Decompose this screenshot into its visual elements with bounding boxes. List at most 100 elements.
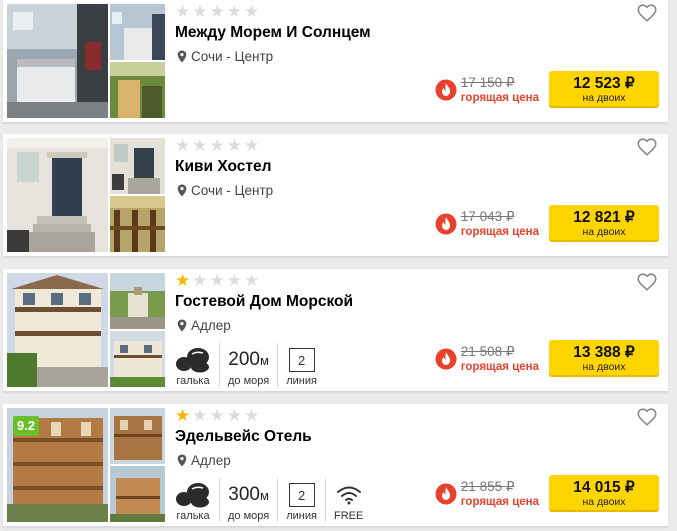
star-rating: ★ ★ ★ ★ ★ — [175, 271, 260, 290]
price-area: 17 150 ₽ горящая цена 12 523 ₽ на двоих — [435, 71, 659, 108]
hotel-photo-thumb[interactable] — [110, 331, 165, 387]
location-text: Адлер — [191, 453, 231, 468]
price-button[interactable]: 12 821 ₽ на двоих — [549, 205, 659, 242]
hotel-photo-main[interactable] — [7, 273, 108, 387]
hotel-name[interactable]: Киви Хостел — [175, 158, 271, 176]
fire-icon — [435, 213, 457, 234]
wifi-label: FREE — [333, 510, 364, 522]
hotel-name[interactable]: Между Морем И Солнцем — [175, 24, 371, 42]
hotel-location: Сочи - Центр — [177, 49, 273, 64]
price-subtitle: на двоих — [582, 226, 626, 238]
hot-price-label: горящая цена — [460, 91, 539, 104]
hotel-photo-thumb[interactable] — [110, 466, 165, 522]
old-price: 21 855 ₽ — [460, 478, 515, 494]
star-icon: ★ — [244, 136, 260, 155]
hotel-features: галька 300 м до моря 2 линия FREE — [175, 478, 371, 522]
distance-value: 300 — [228, 484, 260, 505]
location-text: Сочи - Центр — [191, 183, 274, 198]
rating-score-badge: 9.2 — [13, 416, 39, 436]
price-area: 21 508 ₽ горящая цена 13 388 ₽ на двоих — [435, 340, 659, 377]
price-button[interactable]: 12 523 ₽ на двоих — [549, 71, 659, 108]
star-icon: ★ — [175, 271, 191, 290]
price-button[interactable]: 13 388 ₽ на двоих — [549, 340, 659, 377]
price-value: 13 388 ₽ — [573, 344, 635, 361]
price-subtitle: на двоих — [582, 496, 626, 508]
beach-label: галька — [176, 375, 210, 387]
hot-price-label: горящая цена — [460, 360, 539, 373]
heart-icon[interactable] — [636, 136, 658, 158]
heart-icon[interactable] — [636, 2, 658, 24]
star-icon: ★ — [244, 406, 260, 425]
location-pin-icon — [177, 319, 187, 332]
hotel-photo-main[interactable]: 9.2 — [7, 408, 108, 522]
star-icon: ★ — [192, 271, 208, 290]
price-value: 14 015 ₽ — [573, 479, 635, 496]
star-icon: ★ — [209, 2, 225, 21]
price-value: 12 523 ₽ — [573, 75, 635, 92]
hotel-location: Адлер — [177, 318, 231, 333]
hotel-location: Сочи - Центр — [177, 183, 273, 198]
price-button[interactable]: 14 015 ₽ на двоих — [549, 475, 659, 512]
price-info: 21 855 ₽ горящая цена — [461, 479, 539, 509]
star-icon: ★ — [175, 2, 191, 21]
distance-label: до моря — [228, 510, 270, 522]
hotel-photo-thumb[interactable] — [110, 62, 165, 118]
price-area: 17 043 ₽ горящая цена 12 821 ₽ на двоих — [435, 205, 659, 242]
hot-price-label: горящая цена — [460, 495, 539, 508]
location-text: Сочи - Центр — [191, 49, 274, 64]
beach-label: галька — [176, 510, 210, 522]
star-icon: ★ — [209, 136, 225, 155]
feature-beach: галька — [175, 478, 220, 522]
star-rating: ★ ★ ★ ★ ★ — [175, 406, 260, 425]
star-icon: ★ — [226, 2, 242, 21]
star-icon: ★ — [175, 406, 191, 425]
hotel-photo-thumb[interactable] — [110, 273, 165, 329]
feature-beach: галька — [175, 343, 220, 387]
hotel-photo-thumb[interactable] — [110, 4, 165, 60]
star-icon: ★ — [209, 406, 225, 425]
star-icon: ★ — [175, 136, 191, 155]
fire-icon — [435, 348, 457, 369]
line-number: 2 — [288, 483, 315, 507]
price-subtitle: на двоих — [582, 361, 626, 373]
hotel-name[interactable]: Эдельвейс Отель — [175, 428, 312, 446]
price-info: 17 043 ₽ горящая цена — [461, 209, 539, 239]
heart-icon[interactable] — [636, 406, 658, 428]
hotel-photo-main[interactable] — [7, 4, 108, 118]
old-price: 17 150 ₽ — [460, 74, 515, 90]
price-subtitle: на двоих — [582, 92, 626, 104]
line-label: линия — [286, 510, 317, 522]
pebbles-icon — [176, 483, 209, 508]
star-icon: ★ — [244, 2, 260, 21]
hotel-photo-thumb[interactable] — [110, 138, 165, 194]
feature-line: 2 линия — [278, 343, 325, 387]
star-rating: ★ ★ ★ ★ ★ — [175, 136, 260, 155]
hotel-name[interactable]: Гостевой Дом Морской — [175, 293, 353, 311]
hotel-card[interactable]: ★ ★ ★ ★ ★ Киви Хостел Сочи - Центр 17 043 ₽ … — [3, 134, 668, 257]
star-icon: ★ — [209, 271, 225, 290]
hotel-card[interactable]: ★ ★ ★ ★ ★ Гостевой Дом Морской Адлер галька — [3, 269, 668, 392]
location-pin-icon — [177, 50, 187, 63]
hotel-location: Адлер — [177, 453, 231, 468]
star-icon: ★ — [244, 271, 260, 290]
star-icon: ★ — [192, 406, 208, 425]
fire-icon — [435, 483, 457, 504]
star-icon: ★ — [226, 136, 242, 155]
hot-price-label: горящая цена — [460, 225, 539, 238]
wifi-icon — [336, 486, 361, 505]
hotel-photo-thumb[interactable] — [110, 408, 165, 464]
star-icon: ★ — [192, 136, 208, 155]
star-icon: ★ — [226, 406, 242, 425]
old-price: 17 043 ₽ — [460, 208, 515, 224]
line-label: линия — [286, 375, 317, 387]
hotel-card[interactable]: ★ ★ ★ ★ ★ Между Морем И Солнцем Сочи - Центр… — [3, 0, 668, 123]
distance-label: до моря — [228, 375, 270, 387]
hotel-photo-thumb[interactable] — [110, 196, 165, 252]
distance-unit: м — [260, 487, 269, 503]
heart-icon[interactable] — [636, 271, 658, 293]
line-number: 2 — [288, 348, 315, 372]
hotel-card[interactable]: 9.2 ★ ★ ★ ★ ★ Эдельвейс Отель Адлер галь… — [3, 404, 668, 527]
hotel-photo-main[interactable] — [7, 138, 108, 252]
location-pin-icon — [177, 454, 187, 467]
price-area: 21 855 ₽ горящая цена 14 015 ₽ на двоих — [435, 475, 659, 512]
